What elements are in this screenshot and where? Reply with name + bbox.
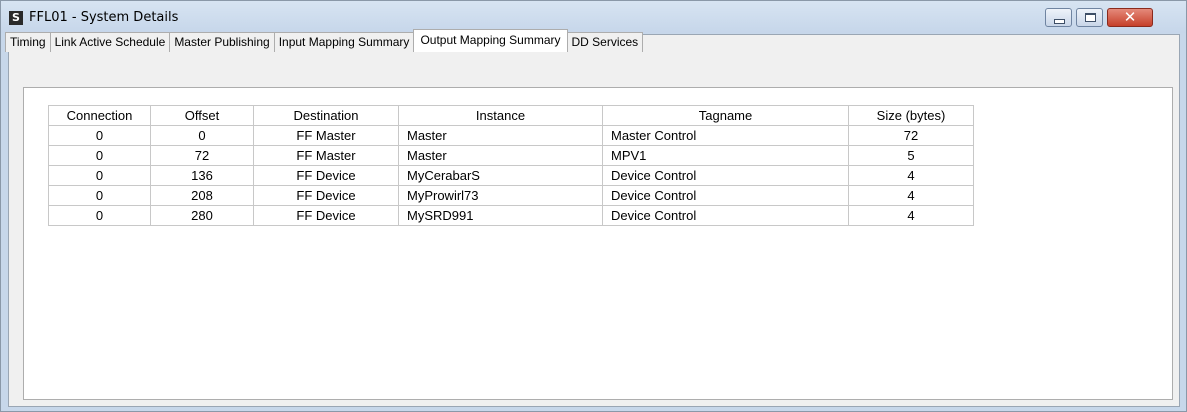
minimize-button[interactable] [1045, 8, 1072, 27]
cell-connection: 0 [48, 145, 151, 166]
table-header-row: Connection Offset Destination Instance T… [48, 105, 974, 126]
close-icon: ✕ [1123, 8, 1137, 26]
column-header-destination[interactable]: Destination [253, 105, 399, 126]
cell-connection: 0 [48, 205, 151, 226]
cell-instance: Master [398, 125, 603, 146]
cell-instance: MySRD991 [398, 205, 603, 226]
maximize-button[interactable] [1076, 8, 1103, 27]
cell-tagname: Device Control [602, 205, 849, 226]
cell-destination: FF Device [253, 165, 399, 186]
output-mapping-table: Connection Offset Destination Instance T… [48, 105, 974, 226]
column-header-connection[interactable]: Connection [48, 105, 151, 126]
cell-size: 4 [848, 205, 974, 226]
cell-tagname: Device Control [602, 165, 849, 186]
table-row[interactable]: 0 136 FF Device MyCerabarS Device Contro… [48, 165, 974, 186]
cell-instance: MyCerabarS [398, 165, 603, 186]
cell-connection: 0 [48, 125, 151, 146]
cell-connection: 0 [48, 185, 151, 206]
maximize-icon [1085, 13, 1096, 22]
column-header-size[interactable]: Size (bytes) [848, 105, 974, 126]
cell-tagname: Device Control [602, 185, 849, 206]
close-button[interactable]: ✕ [1107, 8, 1153, 27]
tab-input-mapping-summary[interactable]: Input Mapping Summary [273, 32, 415, 52]
cell-destination: FF Device [253, 205, 399, 226]
table-row[interactable]: 0 72 FF Master Master MPV1 5 [48, 145, 974, 166]
cell-offset: 280 [150, 205, 254, 226]
cell-destination: FF Device [253, 185, 399, 206]
cell-offset: 136 [150, 165, 254, 186]
cell-destination: FF Master [253, 125, 399, 146]
cell-size: 5 [848, 145, 974, 166]
tab-link-active-schedule[interactable]: Link Active Schedule [49, 32, 171, 52]
cell-size: 4 [848, 165, 974, 186]
cell-size: 4 [848, 185, 974, 206]
column-header-offset[interactable]: Offset [150, 105, 254, 126]
table-row[interactable]: 0 0 FF Master Master Master Control 72 [48, 125, 974, 146]
tab-output-mapping-summary[interactable]: Output Mapping Summary [413, 29, 568, 52]
cell-offset: 72 [150, 145, 254, 166]
cell-tagname: Master Control [602, 125, 849, 146]
tab-master-publishing[interactable]: Master Publishing [169, 32, 275, 52]
cell-instance: MyProwirl73 [398, 185, 603, 206]
cell-offset: 208 [150, 185, 254, 206]
cell-tagname: MPV1 [602, 145, 849, 166]
table-row[interactable]: 0 280 FF Device MySRD991 Device Control … [48, 205, 974, 226]
tab-strip: Timing Link Active Schedule Master Publi… [5, 29, 644, 52]
table-row[interactable]: 0 208 FF Device MyProwirl73 Device Contr… [48, 185, 974, 206]
cell-connection: 0 [48, 165, 151, 186]
column-header-instance[interactable]: Instance [398, 105, 603, 126]
tab-dd-services[interactable]: DD Services [566, 32, 644, 52]
window-title: FFL01 - System Details [29, 10, 179, 25]
column-header-tagname[interactable]: Tagname [602, 105, 849, 126]
tab-timing[interactable]: Timing [5, 32, 51, 52]
cell-size: 72 [848, 125, 974, 146]
cell-offset: 0 [150, 125, 254, 146]
app-icon: S [9, 11, 23, 25]
minimize-icon [1054, 19, 1065, 24]
cell-destination: FF Master [253, 145, 399, 166]
cell-instance: Master [398, 145, 603, 166]
